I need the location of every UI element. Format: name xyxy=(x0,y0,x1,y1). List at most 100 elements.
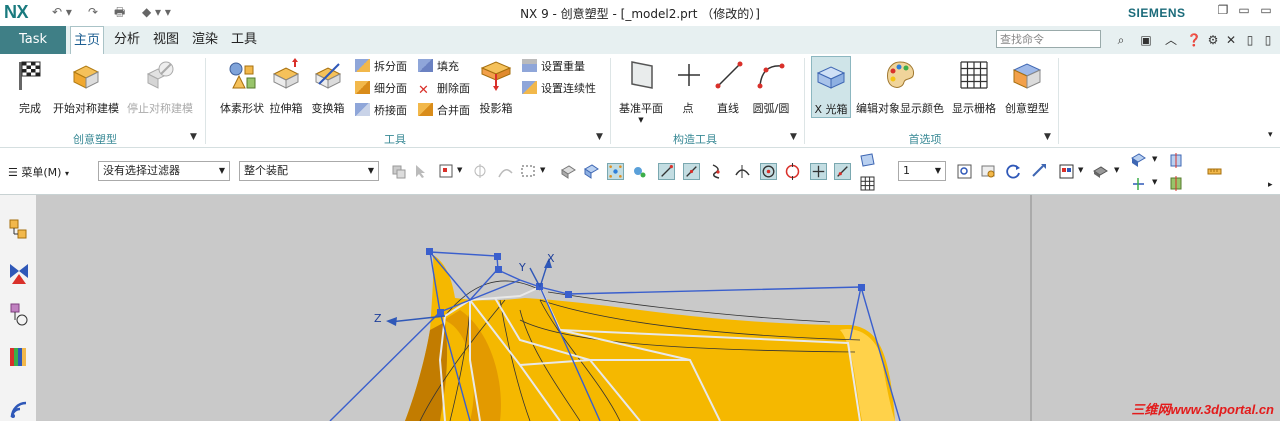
shaded-view-icon[interactable] xyxy=(1092,163,1109,180)
face-select-icon[interactable] xyxy=(583,163,600,180)
chevron-down-icon[interactable]: ▼ xyxy=(540,166,545,174)
group-expand-construction-icon[interactable]: ▼ xyxy=(790,132,797,142)
menu-button[interactable]: ☰ 菜单(M) ▾ xyxy=(8,164,69,180)
settings-icon[interactable]: ⚙ xyxy=(1205,32,1221,48)
chevron-down-icon[interactable]: ▼ xyxy=(1114,166,1119,174)
creative-modeling-pref-button[interactable]: 创意塑型 xyxy=(1002,58,1052,116)
rectangle-select-icon[interactable] xyxy=(520,163,537,180)
web-browser-icon[interactable] xyxy=(8,395,30,421)
csys-display-icon[interactable] xyxy=(1130,175,1147,192)
extrude-box-button[interactable]: 拉伸箱 xyxy=(266,58,306,116)
pan-icon[interactable] xyxy=(1030,163,1047,180)
section-view-icon[interactable] xyxy=(1168,152,1185,169)
subdivide-face-icon xyxy=(355,81,370,94)
xray-box-button[interactable]: X 光箱 xyxy=(811,56,851,118)
quadrant-point-icon[interactable] xyxy=(784,163,801,180)
help-icon[interactable]: ❓ xyxy=(1186,32,1202,48)
chevron-down-icon[interactable]: ▼ xyxy=(1152,178,1157,186)
primitive-shape-button[interactable]: 体素形状 xyxy=(216,58,268,116)
set-continuity-button[interactable]: 设置连续性 xyxy=(522,80,596,98)
start-symmetric-modeling-button[interactable]: 开始对称建模 xyxy=(50,58,122,116)
snap-disabled-icon[interactable] xyxy=(472,163,489,180)
rotate-icon[interactable] xyxy=(1005,163,1022,180)
fit-view-icon[interactable] xyxy=(956,163,973,180)
grid-select-icon[interactable] xyxy=(859,175,876,192)
subdivide-face-button[interactable]: 细分面 xyxy=(355,80,407,98)
transform-box-button[interactable]: 变换箱 xyxy=(308,58,348,116)
task-tab[interactable]: Task xyxy=(0,26,66,54)
set-weight-button[interactable]: 设置重量 xyxy=(522,58,596,76)
tab-render[interactable]: 渲染 xyxy=(189,26,221,54)
collapse-ribbon-icon[interactable]: ︿ xyxy=(1163,32,1179,48)
finish-button[interactable]: 完成 xyxy=(8,58,52,116)
edit-object-display-color-button[interactable]: 编辑对象显示颜色 xyxy=(854,58,946,116)
ribbon-options-icon[interactable]: ▾ xyxy=(1268,130,1273,140)
creative-shape-model[interactable] xyxy=(405,255,895,421)
minimize-icon[interactable]: ▭ xyxy=(1258,3,1274,18)
window-restore-icon[interactable]: ▯ xyxy=(1260,32,1276,48)
chevron-down-icon[interactable]: ▼ xyxy=(1078,166,1083,174)
quick-pick-icon[interactable] xyxy=(859,152,876,169)
toolbar-options-icon[interactable]: ▸ xyxy=(1268,180,1273,190)
part-navigator-icon[interactable] xyxy=(8,302,30,328)
arc-center-icon[interactable] xyxy=(760,163,777,180)
select-cursor-disabled-icon[interactable] xyxy=(413,163,430,180)
creative-modeling-icon xyxy=(1012,63,1042,89)
edit-color-label: 编辑对象显示颜色 xyxy=(856,102,944,115)
group-expand-creative-icon[interactable]: ▼ xyxy=(190,132,197,142)
model-canvas[interactable]: X Y Z xyxy=(36,195,1280,421)
window-icon[interactable]: ▣ xyxy=(1138,32,1154,48)
reuse-library-icon[interactable] xyxy=(8,344,30,370)
control-point-icon[interactable] xyxy=(709,163,726,180)
selection-box-icon[interactable] xyxy=(438,163,455,180)
chevron-down-icon[interactable]: ▼ xyxy=(1152,155,1157,163)
close-doc-icon[interactable]: ✕ xyxy=(1223,32,1239,48)
chevron-down-icon[interactable]: ▼ xyxy=(457,166,462,174)
fill-button[interactable]: 填充 xyxy=(418,58,470,76)
stop-symmetric-modeling-button[interactable]: 停止对称建模 xyxy=(124,58,196,116)
tab-view[interactable]: 视图 xyxy=(150,26,182,54)
selection-scope-select[interactable]: 整个装配 ▼ xyxy=(239,161,379,181)
mid-point-icon[interactable] xyxy=(683,163,700,180)
snap-point-icon[interactable] xyxy=(607,163,624,180)
existing-point-icon[interactable] xyxy=(810,163,827,180)
command-search-input[interactable]: 查找命令 xyxy=(996,30,1101,48)
document-view-icon[interactable]: ▯ xyxy=(1242,32,1258,48)
group-expand-preferences-icon[interactable]: ▼ xyxy=(1044,132,1051,142)
curve-rule-icon[interactable] xyxy=(497,163,514,180)
tab-home[interactable]: 主页 xyxy=(70,26,105,55)
projection-box-button[interactable]: 投影箱 xyxy=(476,58,516,116)
search-icon[interactable]: ⌕ xyxy=(1113,32,1129,48)
assembly-navigator-icon[interactable] xyxy=(8,218,30,244)
palette-icon xyxy=(887,61,914,88)
arc-circle-button[interactable]: 圆弧/圆 xyxy=(750,58,792,116)
zoom-icon[interactable] xyxy=(980,163,997,180)
show-grid-button[interactable]: 显示栅格 xyxy=(948,58,1000,116)
constraint-navigator-icon[interactable] xyxy=(8,260,30,286)
assembly-filter-icon[interactable] xyxy=(390,163,407,180)
document-icon[interactable]: ▭ xyxy=(1236,3,1252,18)
bridge-face-button[interactable]: 桥接面 xyxy=(355,102,407,120)
restore-window-icon[interactable]: ❐ xyxy=(1215,3,1231,18)
tab-tools[interactable]: 工具 xyxy=(228,26,260,54)
measure-icon[interactable] xyxy=(1206,163,1223,180)
datum-plane-dropdown-icon[interactable]: ▼ xyxy=(616,116,666,124)
selection-filter-select[interactable]: 没有选择过滤器 ▼ xyxy=(98,161,230,181)
work-layer-select[interactable]: 1 ▼ xyxy=(898,161,946,181)
end-point-icon[interactable] xyxy=(658,163,675,180)
line-button[interactable]: 直线 xyxy=(712,58,744,116)
point-button[interactable]: 点 xyxy=(672,58,704,116)
body-select-icon[interactable] xyxy=(560,163,577,180)
snap-settings-icon[interactable] xyxy=(630,163,647,180)
point-on-curve-icon[interactable] xyxy=(834,163,851,180)
intersection-point-icon[interactable] xyxy=(734,163,751,180)
datum-plane-button[interactable]: 基准平面 ▼ xyxy=(616,58,666,124)
rendering-style-icon[interactable] xyxy=(1058,163,1075,180)
tab-analysis[interactable]: 分析 xyxy=(111,26,143,54)
group-expand-tools-icon[interactable]: ▼ xyxy=(596,132,603,142)
split-face-button[interactable]: 拆分面 xyxy=(355,58,407,76)
merge-face-button[interactable]: 合并面 xyxy=(418,102,470,120)
delete-face-button[interactable]: ✕ 删除面 xyxy=(418,80,470,98)
clip-section-icon[interactable] xyxy=(1168,175,1185,192)
orient-view-icon[interactable] xyxy=(1130,152,1147,169)
